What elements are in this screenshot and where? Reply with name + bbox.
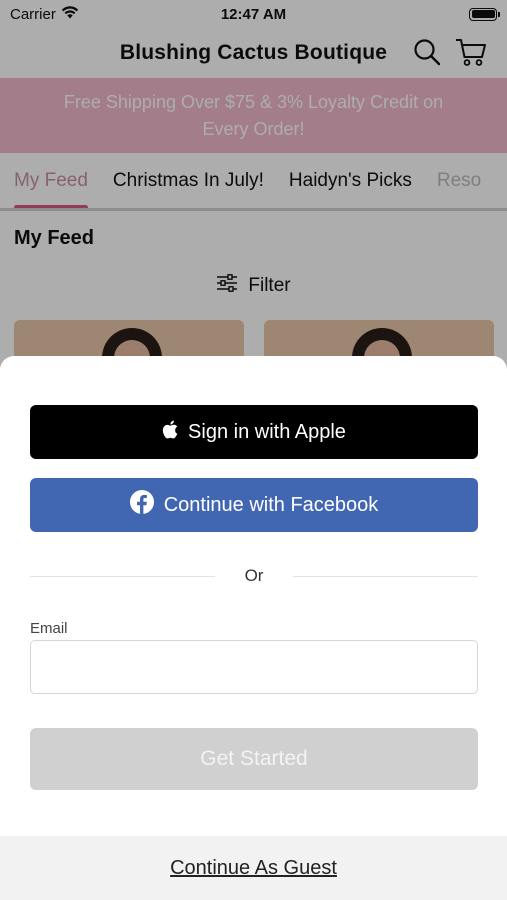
or-divider: Or	[30, 566, 479, 586]
sign-in-sheet: Sign in with Apple Continue with Faceboo…	[0, 356, 507, 900]
email-label: Email	[30, 620, 68, 637]
get-started-button[interactable]: Get Started	[30, 728, 478, 790]
email-field[interactable]	[30, 640, 478, 694]
apple-button-label: Sign in with Apple	[188, 420, 346, 443]
or-label: Or	[244, 566, 264, 585]
facebook-button-label: Continue with Facebook	[163, 493, 379, 516]
apple-icon	[162, 420, 178, 445]
sign-in-with-apple-button[interactable]: Sign in with Apple	[30, 405, 478, 459]
facebook-icon	[129, 490, 154, 520]
continue-with-facebook-button[interactable]: Continue with Facebook	[30, 478, 478, 532]
continue-as-guest-link[interactable]: Continue As Guest	[170, 857, 337, 880]
get-started-label: Get Started	[200, 747, 308, 770]
guest-bar: Continue As Guest	[0, 836, 507, 900]
